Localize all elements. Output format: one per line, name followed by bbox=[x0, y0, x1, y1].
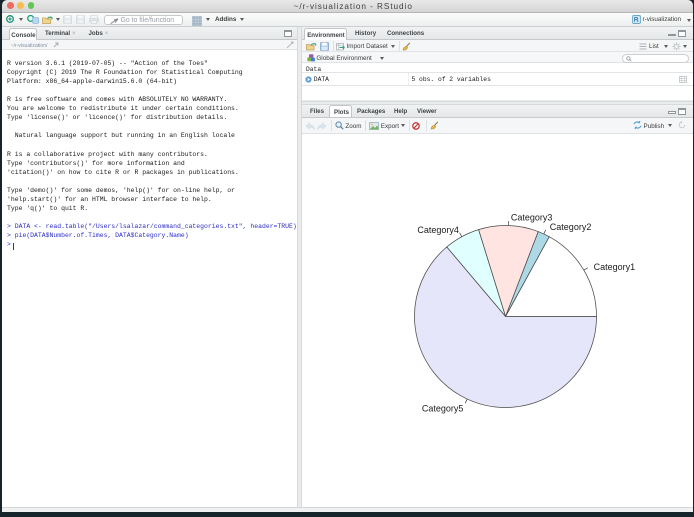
svg-text:Category2: Category2 bbox=[550, 222, 592, 232]
svg-text:Category3: Category3 bbox=[511, 212, 553, 222]
svg-text:Category5: Category5 bbox=[422, 403, 464, 413]
svg-text:Category4: Category4 bbox=[417, 225, 459, 235]
svg-text:Category1: Category1 bbox=[594, 261, 636, 271]
